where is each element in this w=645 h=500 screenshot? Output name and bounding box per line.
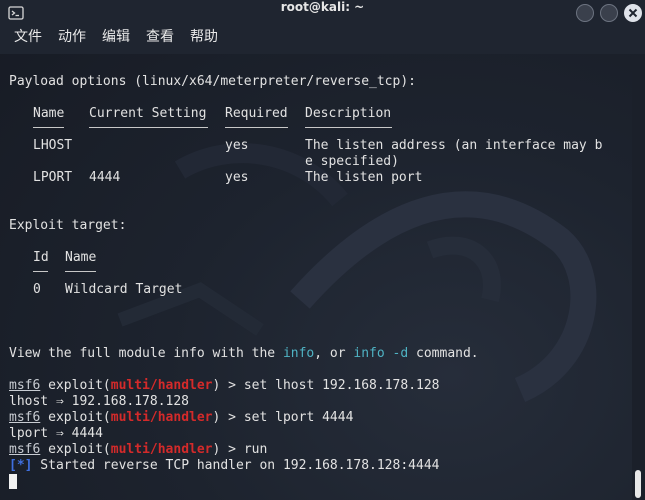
- target-id-header: Id: [33, 250, 49, 265]
- lport-required: yes: [225, 170, 249, 185]
- lhost-required: yes: [225, 138, 249, 153]
- prompt-suffix: ) >: [212, 442, 244, 457]
- command-text: run: [243, 442, 268, 457]
- prompt-suffix: ) >: [212, 378, 244, 393]
- col-description-header: Description: [305, 106, 392, 121]
- menu-edit[interactable]: 编辑: [102, 26, 130, 54]
- prompt-prefix: msf6: [9, 442, 41, 457]
- scrollbar-thumb[interactable]: [635, 470, 641, 498]
- terminal-output[interactable]: Payload options (linux/x64/meterpreter/r…: [0, 56, 632, 500]
- info-d-command: info -d: [353, 346, 409, 361]
- menu-bar: 文件 动作 编辑 查看 帮助: [0, 26, 645, 54]
- menu-action[interactable]: 动作: [58, 26, 86, 54]
- prompt-line: msf6 exploit(multi/handler) > run: [9, 442, 267, 458]
- module-info-hint: View the full module info with the info,…: [9, 346, 479, 362]
- col-underline: [33, 127, 64, 128]
- menu-file[interactable]: 文件: [14, 26, 42, 54]
- col-underline: [33, 271, 48, 272]
- col-name-header: Name: [33, 106, 65, 121]
- terminal-cursor: [9, 474, 17, 489]
- menu-help[interactable]: 帮助: [190, 26, 218, 54]
- prompt-exploit: exploit(: [40, 410, 111, 425]
- title-bar: root@kali: ~: [0, 0, 645, 26]
- status-tag: [*]: [9, 458, 33, 473]
- lhost-description: The listen address (an interface may b: [305, 138, 603, 153]
- close-button[interactable]: [624, 4, 642, 22]
- window-title: root@kali: ~: [280, 0, 365, 14]
- prompt-exploit: exploit(: [40, 378, 111, 393]
- info-command: info: [282, 346, 315, 361]
- close-icon: [628, 8, 638, 18]
- prompt-line: msf6 exploit(multi/handler) > set lport …: [9, 410, 353, 426]
- terminal-window: root@kali: ~ 文件 动作 编辑 查看 帮助 Payload opti…: [0, 0, 645, 500]
- col-underline: [65, 271, 96, 272]
- hint-text: View the full module info with the: [9, 346, 283, 361]
- lport-setting: 4444: [89, 170, 121, 185]
- target-id: 0: [33, 282, 41, 297]
- prompt-prefix: msf6: [9, 410, 41, 425]
- payload-options-header: Payload options (linux/x64/meterpreter/r…: [9, 74, 416, 89]
- prompt-line: msf6 exploit(multi/handler) > set lhost …: [9, 378, 440, 394]
- hint-text: , or: [314, 346, 354, 361]
- command-text: set lport 4444: [243, 410, 354, 425]
- prompt-module: multi/handler: [110, 378, 213, 393]
- col-underline: [225, 127, 288, 128]
- scrollbar[interactable]: [632, 56, 645, 500]
- prompt-suffix: ) >: [212, 410, 244, 425]
- prompt-exploit: exploit(: [40, 442, 111, 457]
- target-name-header: Name: [65, 250, 97, 265]
- lhost-name: LHOST: [33, 138, 73, 153]
- target-name: Wildcard Target: [65, 282, 183, 297]
- prompt-module: multi/handler: [110, 442, 213, 457]
- col-required-header: Required: [225, 106, 288, 121]
- minimize-button[interactable]: [576, 4, 594, 22]
- col-underline: [89, 127, 208, 128]
- menu-view[interactable]: 查看: [146, 26, 174, 54]
- prompt-prefix: msf6: [9, 378, 41, 393]
- hint-text: command.: [408, 346, 479, 361]
- command-output: lport ⇒ 4444: [9, 426, 103, 441]
- prompt-module: multi/handler: [110, 410, 213, 425]
- col-setting-header: Current Setting: [89, 106, 207, 121]
- status-line: [*] Started reverse TCP handler on 192.1…: [9, 458, 439, 474]
- col-underline: [305, 127, 392, 128]
- lport-description: The listen port: [305, 170, 423, 185]
- command-output: lhost ⇒ 192.168.178.128: [9, 394, 190, 409]
- lhost-description-wrap: e specified): [305, 154, 399, 169]
- lport-name: LPORT: [33, 170, 73, 185]
- command-text: set lhost 192.168.178.128: [243, 378, 440, 393]
- status-text: Started reverse TCP handler on 192.168.1…: [32, 458, 440, 473]
- exploit-target-header: Exploit target:: [9, 218, 127, 233]
- maximize-button[interactable]: [600, 4, 618, 22]
